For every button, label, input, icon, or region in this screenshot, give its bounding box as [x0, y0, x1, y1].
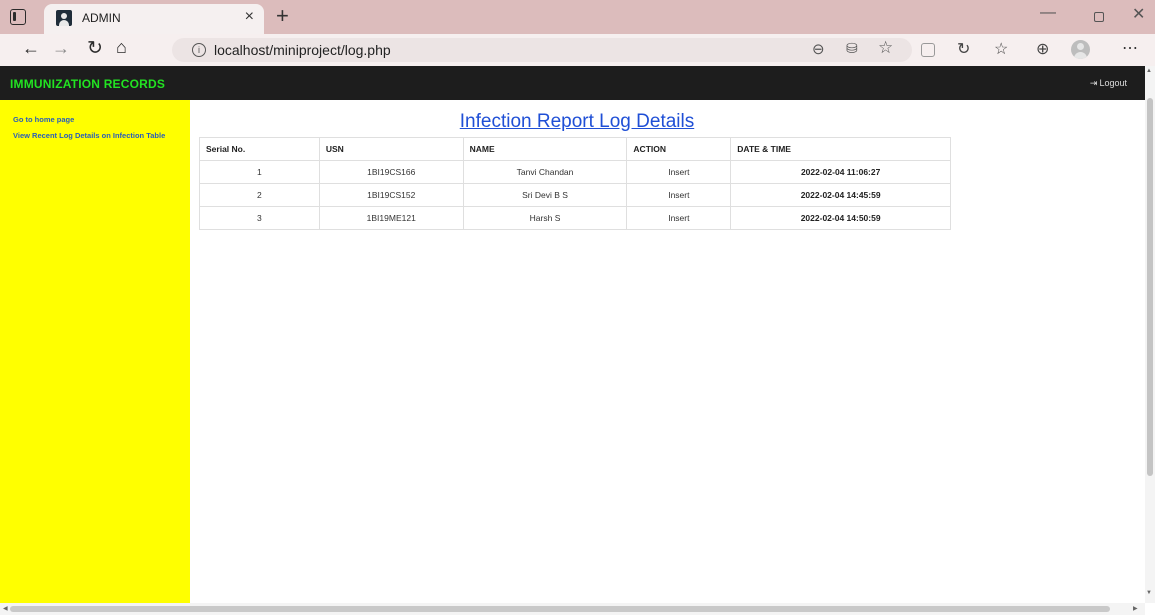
favorites-icon[interactable]: ☆	[994, 39, 1008, 59]
forward-icon[interactable]: →	[52, 38, 70, 59]
col-header-name: NAME	[462, 137, 628, 161]
page-viewport: IMMUNIZATION RECORDS ⇥ Logout Go to home …	[0, 66, 1145, 603]
logout-label: Logout	[1099, 78, 1127, 88]
profile-avatar-icon[interactable]	[1071, 40, 1090, 59]
sidebar-link-log-details[interactable]: View Recent Log Details on Infection Tab…	[13, 130, 190, 141]
refresh-icon[interactable]: ↻	[87, 37, 103, 60]
extension-icon[interactable]	[921, 43, 935, 57]
collections-icon[interactable]: ⊕	[1036, 39, 1049, 59]
vertical-scrollbar[interactable]: ▲ ▼	[1145, 66, 1155, 603]
table-row: 1 1BI19CS166 Tanvi Chandan Insert 2022-0…	[199, 160, 951, 184]
browser-tab-admin[interactable]: ADMIN ×	[44, 4, 264, 34]
sidebar-link-home[interactable]: Go to home page	[13, 114, 190, 125]
cell-name: Harsh S	[462, 206, 628, 230]
tab-actions-icon[interactable]	[10, 9, 26, 25]
scroll-right-icon[interactable]: ▶	[1133, 605, 1138, 612]
cell-usn: 1BI19CS166	[318, 160, 464, 184]
col-header-serial: Serial No.	[199, 137, 320, 161]
cell-datetime: 2022-02-04 11:06:27	[730, 160, 951, 184]
cell-usn: 1BI19ME121	[318, 206, 464, 230]
site-info-icon[interactable]: i	[192, 43, 206, 57]
address-bar[interactable]: i localhost/miniproject/log.php	[172, 38, 912, 62]
minimize-icon[interactable]: —	[1040, 4, 1056, 22]
cell-serial: 3	[199, 206, 320, 230]
site-header: IMMUNIZATION RECORDS ⇥ Logout	[0, 66, 1145, 100]
tab-close-icon[interactable]: ×	[245, 8, 254, 26]
cell-name: Tanvi Chandan	[462, 160, 628, 184]
cell-serial: 1	[199, 160, 320, 184]
cell-datetime: 2022-02-04 14:45:59	[730, 183, 951, 207]
new-tab-button[interactable]: +	[276, 3, 289, 29]
read-aloud-icon[interactable]: ⛁	[846, 40, 858, 57]
horizontal-scroll-thumb[interactable]	[10, 606, 1110, 612]
vertical-scroll-thumb[interactable]	[1147, 98, 1153, 476]
home-icon[interactable]: ⌂	[116, 37, 127, 58]
cell-usn: 1BI19CS152	[318, 183, 464, 207]
cell-name: Sri Devi B S	[462, 183, 628, 207]
close-window-icon[interactable]: ✕	[1132, 4, 1145, 24]
url-text[interactable]: localhost/miniproject/log.php	[214, 42, 391, 58]
cell-action: Insert	[626, 183, 732, 207]
browser-toolbar: ← → ↻ ⌂ i localhost/miniproject/log.php …	[0, 34, 1155, 66]
cell-action: Insert	[626, 206, 732, 230]
page-title[interactable]: Infection Report Log Details	[190, 111, 964, 133]
zoom-out-icon[interactable]: ⊖	[812, 40, 825, 58]
cell-action: Insert	[626, 160, 732, 184]
cell-serial: 2	[199, 183, 320, 207]
copilot-icon[interactable]: ↻	[957, 39, 970, 59]
logout-link[interactable]: ⇥ Logout	[1090, 78, 1127, 89]
logout-icon: ⇥	[1089, 78, 1098, 88]
table-row: 2 1BI19CS152 Sri Devi B S Insert 2022-02…	[199, 183, 951, 207]
scroll-left-icon[interactable]: ◀	[3, 605, 8, 612]
col-header-datetime: DATE & TIME	[730, 137, 951, 161]
tab-title: ADMIN	[82, 11, 121, 25]
back-icon[interactable]: ←	[22, 38, 40, 59]
table-header-row: Serial No. USN NAME ACTION DATE & TIME	[199, 137, 951, 161]
maximize-icon[interactable]	[1094, 12, 1104, 22]
horizontal-scrollbar[interactable]: ◀ ▶	[0, 603, 1145, 615]
add-favorite-icon[interactable]: ☆	[878, 38, 893, 58]
scroll-down-icon[interactable]: ▼	[1146, 590, 1152, 596]
scroll-up-icon[interactable]: ▲	[1146, 68, 1152, 74]
more-options-icon[interactable]: ⋯	[1122, 38, 1138, 58]
sidebar: Go to home page View Recent Log Details …	[0, 100, 190, 603]
col-header-usn: USN	[318, 137, 464, 161]
main-content: Infection Report Log Details Serial No. …	[190, 100, 1145, 603]
log-table: Serial No. USN NAME ACTION DATE & TIME 1…	[199, 137, 951, 230]
browser-tab-bar: ADMIN × + — ✕	[0, 0, 1155, 34]
brand-title: IMMUNIZATION RECORDS	[10, 77, 166, 91]
admin-favicon-icon	[56, 10, 72, 26]
col-header-action: ACTION	[626, 137, 732, 161]
table-row: 3 1BI19ME121 Harsh S Insert 2022-02-04 1…	[199, 206, 951, 230]
cell-datetime: 2022-02-04 14:50:59	[730, 206, 951, 230]
